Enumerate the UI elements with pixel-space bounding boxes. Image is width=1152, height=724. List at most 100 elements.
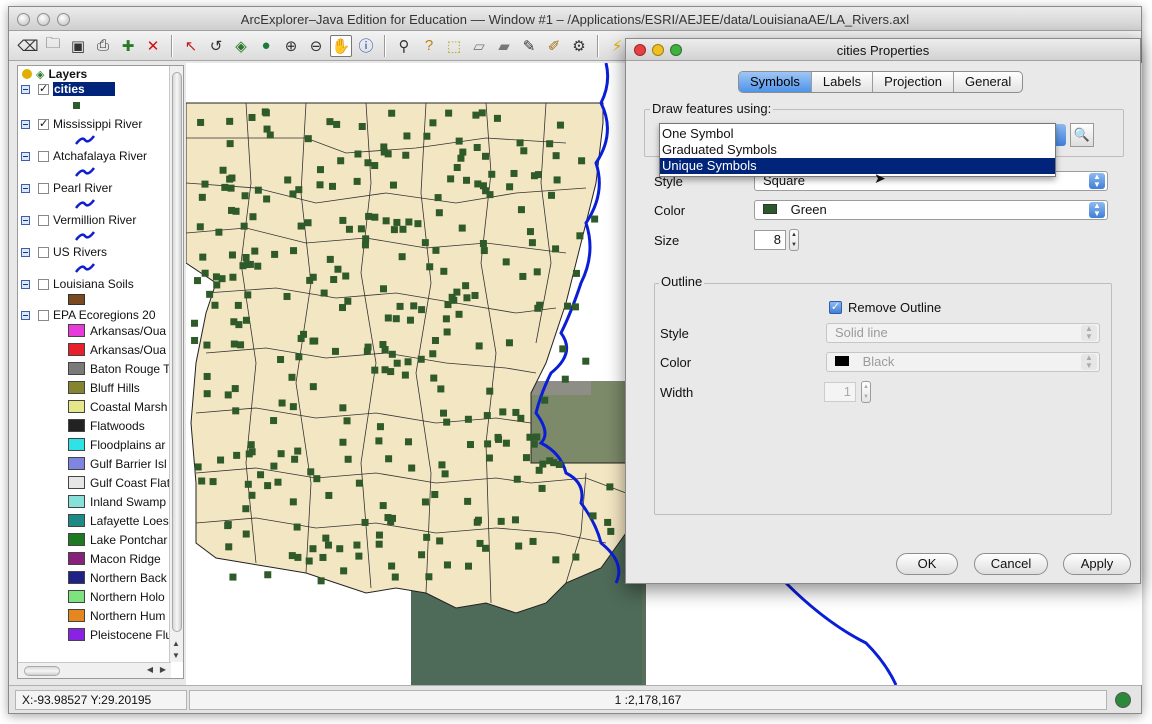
layer-row-mississippi-river[interactable]: ✓ Mississippi River [18,116,142,132]
city-marker [459,148,467,156]
layer-row-cities[interactable]: ✓ cities [18,81,115,97]
layer-checkbox[interactable] [38,150,49,162]
binoculars-icon[interactable]: ⚲ [393,35,415,57]
city-marker [355,479,363,487]
layers-vertical-scrollbar[interactable]: ▲ ▼ [169,66,183,662]
layer-checkbox[interactable] [38,309,49,321]
zoom-extent-icon[interactable]: ↖ [180,35,202,57]
globe-icon[interactable]: ● [255,35,277,57]
zoom-layer-icon[interactable]: ◈ [230,35,252,57]
chevron-updown-icon: ▲ ▼ [1081,354,1097,370]
layer-label[interactable]: Louisiana Soils [53,277,134,291]
layer-label[interactable]: Pearl River [53,181,112,195]
layer-checkbox[interactable] [38,214,49,226]
layer-row-atchafalaya-river[interactable]: Atchafalaya River [18,148,147,164]
scroll-down-icon[interactable]: ▼ [172,651,180,660]
layer-label[interactable]: Atchafalaya River [53,149,147,163]
city-marker [402,151,410,159]
layer-row-louisiana-soils[interactable]: Louisiana Soils [18,276,134,292]
eraser-icon[interactable]: ⌫ [17,35,39,57]
remove-outline-checkbox[interactable]: ✓ [829,301,842,314]
save-icon[interactable]: ▣ [67,35,89,57]
identify-icon[interactable]: ⓘ [355,35,377,57]
collapse-button[interactable] [21,310,30,320]
scroll-right-icon[interactable]: ▶ [160,665,166,674]
layer-label[interactable]: US Rivers [53,245,107,259]
clear-selection-icon[interactable]: ▱ [468,35,490,57]
ecoregion-label: Lake Pontchar [90,533,168,547]
layer-label[interactable]: cities [53,82,115,96]
collapse-button[interactable] [21,151,30,161]
scroll-left-icon[interactable]: ◀ [147,665,153,674]
outline-style-dropdown[interactable]: Solid line ▲ ▼ [826,323,1100,343]
city-marker [398,253,406,261]
city-marker [240,222,248,230]
outline-color-dropdown[interactable]: Black ▲ ▼ [826,352,1100,372]
layer-checkbox[interactable] [38,182,49,194]
zoom-previous-icon[interactable]: ↺ [205,35,227,57]
scroll-up-icon[interactable]: ▲ [172,639,180,648]
option-one-symbol[interactable]: One Symbol [660,126,1055,142]
layer-row-us-rivers[interactable]: US Rivers [18,244,107,260]
city-marker [432,246,440,254]
city-marker [244,480,252,488]
symbol-picker-icon[interactable]: 🔍 [1070,123,1094,147]
tab-projection[interactable]: Projection [873,72,954,92]
river-line-icon [75,135,95,145]
layers-horizontal-scrollbar[interactable]: ◀ ▶ [18,662,171,678]
cancel-button[interactable]: Cancel [974,553,1048,575]
add-layer-icon[interactable]: ✚ [117,35,139,57]
remove-outline-label[interactable]: Remove Outline [848,300,941,315]
mouse-cursor-icon: ➤ [874,170,886,186]
outline-width-stepper[interactable]: ▲ ▼ [861,381,871,403]
size-stepper[interactable]: ▲ ▼ [789,229,799,251]
collapse-button[interactable] [21,247,30,257]
collapse-button[interactable] [21,215,30,225]
apply-button[interactable]: Apply [1063,553,1131,575]
layer-checkbox[interactable]: ✓ [38,118,49,130]
layer-checkbox[interactable] [38,278,49,290]
status-globe-icon[interactable] [1115,692,1131,708]
city-marker [277,450,285,458]
tab-general[interactable]: General [954,72,1022,92]
buffer-icon[interactable]: ✎ [518,35,540,57]
query-icon[interactable]: ? [418,35,440,57]
layer-label[interactable]: Vermillion River [53,213,136,227]
hotlink-icon[interactable]: ✐ [543,35,565,57]
city-marker [572,269,580,277]
outline-width-input[interactable]: 1 [824,382,856,402]
gps-icon[interactable]: ⚙ [568,35,590,57]
zoom-in-icon[interactable]: ⊕ [280,35,302,57]
tab-symbols[interactable]: Symbols [739,72,812,92]
remove-layer-icon[interactable]: ✕ [142,35,164,57]
layer-row-epa-ecoregions[interactable]: EPA Ecoregions 20 [18,307,156,323]
city-marker [212,273,220,281]
collapse-button[interactable] [21,183,30,193]
layer-row-vermillion-river[interactable]: Vermillion River [18,212,136,228]
option-graduated-symbols[interactable]: Graduated Symbols [660,142,1055,158]
zoom-out-icon[interactable]: ⊖ [305,35,327,57]
layer-checkbox[interactable] [38,246,49,258]
color-dropdown[interactable]: Green ▲ ▼ [754,200,1108,220]
layer-checkbox[interactable]: ✓ [38,83,49,95]
print-icon[interactable]: ⎙ [92,35,114,57]
select-icon[interactable]: ⬚ [443,35,465,57]
draw-method-dropdown-list[interactable]: One Symbol Graduated Symbols Unique Symb… [659,123,1056,177]
scroll-thumb[interactable] [172,72,182,632]
layer-label[interactable]: EPA Ecoregions 20 [53,308,156,322]
layer-row-pearl-river[interactable]: Pearl River [18,180,112,196]
city-marker [297,334,305,342]
option-unique-symbols[interactable]: Unique Symbols [660,158,1055,174]
city-marker [443,328,451,336]
scroll-thumb[interactable] [24,666,60,676]
collapse-button[interactable] [21,279,30,289]
size-input[interactable]: 8 [754,230,786,250]
ok-button[interactable]: OK [896,553,958,575]
collapse-button[interactable] [21,84,30,94]
collapse-button[interactable] [21,119,30,129]
tab-labels[interactable]: Labels [812,72,874,92]
pan-hand-icon[interactable]: ✋ [330,34,352,57]
measure-icon[interactable]: ▰ [493,35,515,57]
open-folder-icon[interactable]: 🗀 [42,35,64,57]
layer-label[interactable]: Mississippi River [53,117,142,131]
